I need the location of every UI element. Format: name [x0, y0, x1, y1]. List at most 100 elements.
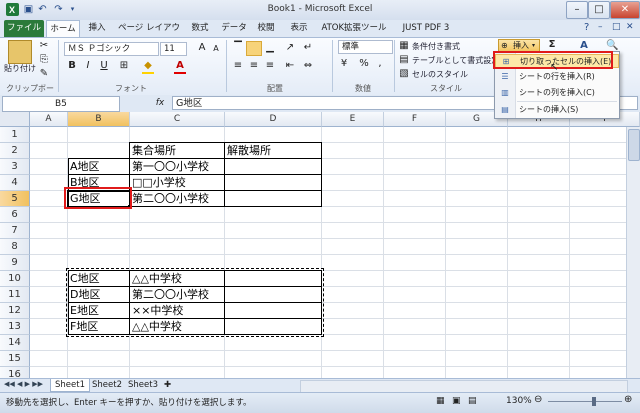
comma-button[interactable]: ,: [374, 58, 386, 70]
vertical-scrollbar[interactable]: [626, 127, 640, 378]
column-header-f[interactable]: F: [384, 112, 446, 127]
zoom-out-icon[interactable]: ⊖: [534, 394, 542, 405]
number-format-combo[interactable]: 標準: [338, 40, 393, 54]
cell-styles-icon[interactable]: ▧: [398, 68, 410, 80]
row-header-15[interactable]: 15: [0, 351, 30, 367]
close-button[interactable]: ✕: [610, 1, 640, 19]
row-header-3[interactable]: 3: [0, 159, 30, 175]
cell-c3[interactable]: 第一〇〇小学校: [130, 159, 224, 175]
orientation-icon[interactable]: ↗: [284, 42, 296, 54]
worksheet-grid[interactable]: A B C D E F G H I 1 2 3 4 5 6 7 8 9 10 1…: [0, 112, 640, 378]
align-top-icon[interactable]: ▔: [232, 42, 244, 54]
zoom-level[interactable]: 130%: [506, 396, 532, 406]
format-as-table-icon[interactable]: ▤: [398, 54, 410, 66]
cell-c11[interactable]: 第二〇〇小学校: [130, 287, 224, 303]
zoom-slider[interactable]: [548, 401, 622, 402]
name-box[interactable]: B5: [2, 96, 120, 112]
cut-icon[interactable]: ✂: [38, 40, 50, 52]
autosum-button[interactable]: Σ: [546, 39, 558, 51]
sheet-tab-2[interactable]: Sheet2: [88, 379, 126, 391]
copy-icon[interactable]: ⎘: [38, 54, 50, 66]
cell-b13[interactable]: F地区: [68, 319, 129, 335]
align-bottom-icon[interactable]: ▁: [264, 42, 276, 54]
shrink-font-icon[interactable]: A: [210, 43, 222, 55]
minimize-button[interactable]: –: [566, 1, 588, 19]
scrollbar-thumb[interactable]: [628, 129, 640, 161]
paste-icon[interactable]: [8, 40, 32, 64]
tab-just-pdf[interactable]: JUST PDF 3: [396, 20, 456, 37]
tab-home[interactable]: ホーム: [46, 20, 80, 38]
ribbon-minimize-icon[interactable]: –: [598, 22, 603, 32]
row-header-16[interactable]: 16: [0, 367, 30, 378]
maximize-button[interactable]: □: [588, 1, 610, 19]
cell-b12[interactable]: E地区: [68, 303, 129, 319]
sheet-tab-3[interactable]: Sheet3: [124, 379, 162, 391]
row-header-5[interactable]: 5: [0, 191, 30, 207]
format-as-table-button[interactable]: テーブルとして書式設定: [412, 55, 499, 66]
select-all-corner[interactable]: [0, 112, 30, 127]
indent-icon[interactable]: ⇤: [284, 60, 296, 72]
row-header-10[interactable]: 10: [0, 271, 30, 287]
percent-button[interactable]: %: [358, 58, 370, 70]
column-header-e[interactable]: E: [322, 112, 384, 127]
align-right-icon[interactable]: ≡: [264, 60, 276, 72]
cell-b3[interactable]: A地区: [68, 159, 129, 175]
format-painter-icon[interactable]: ✎: [38, 68, 50, 80]
tab-file[interactable]: ファイル: [4, 20, 44, 37]
column-header-a[interactable]: A: [30, 112, 68, 127]
row-header-7[interactable]: 7: [0, 223, 30, 239]
cell-c4[interactable]: □□小学校: [130, 175, 224, 191]
font-color-icon[interactable]: A: [174, 60, 186, 72]
font-name-combo[interactable]: ＭＳ Ｐゴシック: [64, 42, 159, 56]
help-icon[interactable]: ?: [584, 22, 589, 33]
underline-button[interactable]: U: [98, 60, 110, 72]
row-header-8[interactable]: 8: [0, 239, 30, 255]
cell-c12[interactable]: ××中学校: [130, 303, 224, 319]
insert-function-button[interactable]: fx: [152, 96, 168, 110]
row-header-6[interactable]: 6: [0, 207, 30, 223]
cell-c2[interactable]: 集合場所: [130, 143, 224, 159]
cell-styles-button[interactable]: セルのスタイル: [412, 69, 468, 80]
row-header-2[interactable]: 2: [0, 143, 30, 159]
row-header-1[interactable]: 1: [0, 127, 30, 143]
ribbon-close-icon[interactable]: ✕: [626, 22, 634, 32]
cell-c13[interactable]: △△中学校: [130, 319, 224, 335]
merge-center-icon[interactable]: ⇔: [302, 60, 314, 72]
tab-data[interactable]: データ: [218, 20, 250, 37]
column-header-b[interactable]: B: [68, 112, 130, 127]
cell-b11[interactable]: D地区: [68, 287, 129, 303]
wrap-text-icon[interactable]: ↵: [302, 42, 314, 54]
tab-formulas[interactable]: 数式: [186, 20, 214, 37]
tab-review[interactable]: 校閲: [252, 20, 280, 37]
align-left-icon[interactable]: ≡: [232, 60, 244, 72]
currency-icon[interactable]: ¥: [338, 58, 350, 70]
column-header-d[interactable]: D: [225, 112, 322, 127]
view-page-layout-icon[interactable]: ▣: [452, 396, 461, 406]
row-header-11[interactable]: 11: [0, 287, 30, 303]
row-header-9[interactable]: 9: [0, 255, 30, 271]
align-center-icon[interactable]: ≡: [248, 60, 260, 72]
align-middle-icon[interactable]: [246, 41, 262, 56]
row-header-13[interactable]: 13: [0, 319, 30, 335]
sheet-nav-icons[interactable]: ◀◀ ◀ ▶ ▶▶: [4, 380, 43, 388]
fill-color-icon[interactable]: ◆: [142, 60, 154, 72]
italic-button[interactable]: I: [82, 60, 94, 72]
sheet-tab-1[interactable]: Sheet1: [50, 379, 90, 392]
conditional-format-icon[interactable]: ▦: [398, 40, 410, 52]
cell-c5[interactable]: 第二〇〇小学校: [130, 191, 224, 207]
cell-d2[interactable]: 解散場所: [225, 143, 321, 159]
menu-item-insert-columns[interactable]: ▥ シートの列を挿入(C): [495, 86, 619, 100]
grow-font-icon[interactable]: A: [196, 42, 208, 54]
borders-icon[interactable]: ⊞: [118, 60, 130, 72]
column-header-c[interactable]: C: [130, 112, 225, 127]
tab-view[interactable]: 表示: [284, 20, 314, 37]
row-header-4[interactable]: 4: [0, 175, 30, 191]
tab-page-layout[interactable]: ページ レイアウト: [114, 20, 184, 50]
tab-atok[interactable]: ATOK拡張ツール: [318, 20, 390, 37]
paste-button[interactable]: 貼り付け: [4, 63, 36, 74]
zoom-in-icon[interactable]: ⊕: [624, 394, 632, 405]
row-header-12[interactable]: 12: [0, 303, 30, 319]
new-sheet-icon[interactable]: ✚: [160, 379, 175, 391]
menu-item-insert-sheet[interactable]: ▤ シートの挿入(S): [495, 103, 619, 117]
view-page-break-icon[interactable]: ▤: [468, 396, 477, 406]
